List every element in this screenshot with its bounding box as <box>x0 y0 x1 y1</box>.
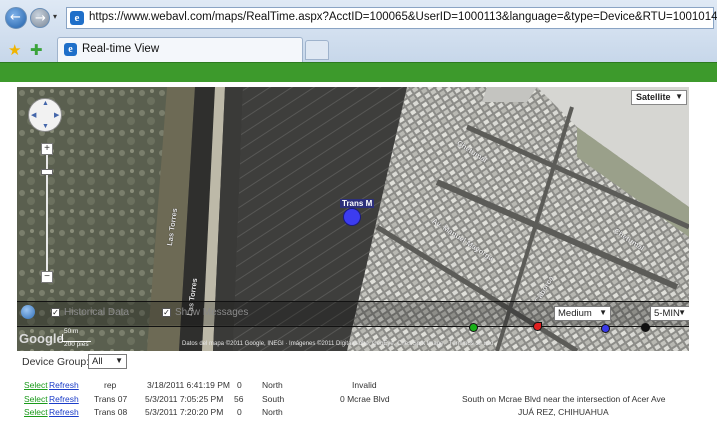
select-link[interactable]: Select <box>24 407 48 417</box>
device-name: Trans 08 <box>94 407 128 417</box>
tab-title: Real-time View <box>82 43 160 55</box>
address-value: South on Mcrae Blvd near the intersectio… <box>462 394 666 404</box>
scale-metric-label: 50 m <box>64 328 79 335</box>
add-favorites-icon[interactable]: ✚ <box>30 41 43 59</box>
browser-chrome: ← → ▾ e https://www.webavl.com/maps/Real… <box>0 0 717 62</box>
new-tab-button[interactable] <box>305 40 329 60</box>
address-value: JUÁ REZ, CHIHUAHUA <box>518 407 609 417</box>
chevron-down-icon: ▼ <box>675 92 683 101</box>
select-link[interactable]: Select <box>24 394 48 404</box>
map-type-value: Satellite <box>636 92 671 102</box>
site-header-bar <box>0 62 717 83</box>
show-messages-checkbox[interactable]: ✓ <box>162 308 171 317</box>
pan-right-icon[interactable]: ▶ <box>54 111 59 119</box>
playback-speed-select[interactable]: Medium ▼ <box>554 306 611 321</box>
heading-value: South <box>262 394 285 404</box>
select-link[interactable]: Select <box>24 380 48 390</box>
scale-imperial-label: 200 pies <box>64 341 89 348</box>
speed-value: 56 <box>234 394 244 404</box>
current-pin-icon <box>601 324 610 333</box>
map-type-select[interactable]: Satellite ▼ <box>631 90 687 105</box>
heading-value: North <box>262 407 283 417</box>
device-marker-label: Trans M <box>340 199 375 208</box>
device-name: Trans 07 <box>94 394 128 404</box>
end-pin-icon <box>641 323 650 332</box>
table-row: Select Refresh Trans 07 5/3/2011 7:05:25… <box>0 394 717 407</box>
zoom-control: + − <box>41 143 53 283</box>
table-row: Select Refresh Trans 08 5/3/2011 7:20:20… <box>0 407 717 420</box>
tab-real-time-view[interactable]: e Real-time View <box>57 37 303 62</box>
refresh-link[interactable]: Refresh <box>49 380 79 390</box>
history-dropdown-icon[interactable]: ▾ <box>53 12 57 21</box>
heading-value: North <box>262 380 283 390</box>
speed-value: 0 <box>237 380 242 390</box>
device-name: rep <box>104 380 117 390</box>
forward-button[interactable]: → <box>30 8 50 28</box>
speed-value: 0 <box>237 407 242 417</box>
interval-value: 5-MIN <box>654 308 680 319</box>
refresh-link[interactable]: Refresh <box>49 394 79 404</box>
satellite-map[interactable]: Las Torres Las Torres Chetumal Chetumal … <box>17 87 689 351</box>
ie-tab-icon: e <box>64 43 77 56</box>
favorites-star-icon[interactable]: ★ <box>8 41 21 59</box>
playback-speed-value: Medium <box>558 308 592 319</box>
table-row: Select Refresh rep 3/18/2011 6:41:19 PM … <box>0 380 717 393</box>
map-attribution[interactable]: Datos del mapa ©2011 Google, INEGI · Imá… <box>182 341 493 347</box>
address-url[interactable]: https://www.webavl.com/maps/RealTime.asp… <box>89 11 717 23</box>
pan-up-icon[interactable]: ▲ <box>42 100 49 107</box>
ie-page-icon: e <box>70 11 84 25</box>
device-location-marker[interactable] <box>343 208 361 226</box>
start-pin-icon <box>469 323 478 332</box>
refresh-link[interactable]: Refresh <box>49 407 79 417</box>
address-bar[interactable]: e https://www.webavl.com/maps/RealTime.a… <box>66 7 717 29</box>
back-button[interactable]: ← <box>5 7 27 29</box>
pan-left-icon[interactable]: ◀ <box>31 111 36 119</box>
chevron-down-icon: ▼ <box>678 308 686 317</box>
chevron-down-icon: ▼ <box>115 356 123 365</box>
navigation-bar: ← → ▾ e https://www.webavl.com/maps/Real… <box>0 0 717 36</box>
pan-control[interactable]: ▲ ▼ ◀ ▶ <box>28 98 62 132</box>
last-report-time: 5/3/2011 7:05:25 PM <box>145 394 224 404</box>
device-group-label: Device Group: <box>22 356 90 368</box>
zoom-in-button[interactable]: + <box>41 143 53 155</box>
show-messages-label: Show Messages <box>175 307 249 318</box>
device-table: Select Refresh rep 3/18/2011 6:41:19 PM … <box>0 380 717 420</box>
device-group-value: All <box>92 356 103 367</box>
map-playback-toolbar: ✓ Historical Data ✓ Show Messages Medium… <box>17 301 689 333</box>
historical-data-checkbox[interactable]: ✓ <box>51 308 60 317</box>
last-report-time: 3/18/2011 6:41:19 PM <box>147 380 231 390</box>
zoom-out-button[interactable]: − <box>41 271 53 283</box>
chevron-down-icon: ▼ <box>599 308 607 317</box>
refresh-globe-icon[interactable] <box>21 305 35 319</box>
pan-down-icon[interactable]: ▼ <box>42 123 49 130</box>
back-arrow-icon: ← <box>10 10 21 25</box>
google-logo[interactable]: Google <box>19 331 64 346</box>
stop-pin-icon <box>533 322 542 331</box>
zoom-slider-handle[interactable] <box>41 169 53 175</box>
location-value: Invalid <box>352 380 377 390</box>
location-value: 0 Mcrae Blvd <box>340 394 390 404</box>
forward-arrow-icon: → <box>35 11 46 26</box>
last-report-time: 5/3/2011 7:20:20 PM <box>145 407 224 417</box>
historical-data-label: Historical Data <box>64 307 130 318</box>
interval-select[interactable]: 5-MIN ▼ <box>650 306 689 321</box>
device-group-select[interactable]: All ▼ <box>88 354 127 369</box>
